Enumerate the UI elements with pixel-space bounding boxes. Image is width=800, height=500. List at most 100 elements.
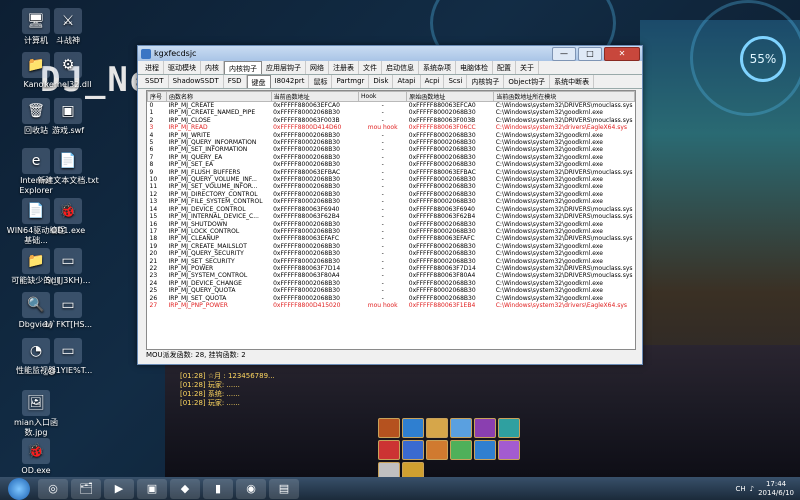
tab[interactable]: Atapi [393,75,421,88]
desktop-icon[interactable]: ▭ _@1YIE%T... [36,338,100,376]
desktop-icon[interactable]: ▭ 1]`FKT[HS... [36,292,100,330]
skill-slot[interactable] [498,440,520,460]
table-row[interactable]: 27 IRP_MJ_PNP_POWER 0xFFFFF8800D415020 mou … [148,302,635,309]
skill-slot[interactable] [402,418,424,438]
taskbar-app-button[interactable]: ◉ [236,478,266,499]
skill-slot[interactable] [378,440,400,460]
table-row[interactable]: 24 IRP_MJ_DEVICE_CHANGE 0xFFFFF80002068B30… [148,280,635,287]
table-row[interactable]: 7 IRP_MJ_QUERY_EA 0xFFFFF80002068B30 - 0xFFF… [148,154,635,161]
tab[interactable]: 应用层钩子 [262,61,306,74]
skill-slot[interactable] [474,440,496,460]
table-row[interactable]: 15 IRP_MJ_INTERNAL_DEVICE_C... 0xFFFFF8800… [148,213,635,220]
tab[interactable]: 关于 [516,61,539,74]
table-row[interactable]: 17 IRP_MJ_LOCK_CONTROL 0xFFFFF80002068B30 -… [148,228,635,235]
table-row[interactable]: 12 IRP_MJ_DIRECTORY_CONTROL 0xFFFFF8000206… [148,191,635,198]
start-button[interactable] [8,477,30,500]
desktop-icon[interactable]: ⚔ 斗战神 [36,8,100,46]
desktop-icon[interactable]: 🖼 mian入口函数.jpg [4,390,68,438]
table-row[interactable]: 9 IRP_MJ_FLUSH_BUFFERS 0xFFFFF880063EFBAC -… [148,169,635,176]
taskbar-app-button[interactable]: ◆ [170,478,200,499]
taskbar-app-button[interactable]: ▮ [203,478,233,499]
tab[interactable]: 内核 [201,61,224,74]
tab[interactable]: 进程 [141,61,164,74]
table-row[interactable]: 3 IRP_MJ_READ 0xFFFFF8800D414D60 mou hook 0x… [148,124,635,131]
tab[interactable]: Disk [369,75,394,88]
tab[interactable]: 文件 [359,61,382,74]
table-row[interactable]: 23 IRP_MJ_SYSTEM_CONTROL 0xFFFFF880063F80A… [148,272,635,279]
skill-slot[interactable] [378,462,400,477]
taskbar-app-button[interactable]: 🗂 [71,478,101,499]
skill-slot[interactable] [402,462,424,477]
table-row[interactable]: 6 IRP_MJ_SET_INFORMATION 0xFFFFF80002068B3… [148,146,635,153]
table-row[interactable]: 25 IRP_MJ_QUERY_QUOTA 0xFFFFF80002068B30 - 0… [148,287,635,294]
column-header[interactable]: 当前函数地址所在模块 [493,91,635,102]
table-row[interactable]: 20 IRP_MJ_QUERY_SECURITY 0xFFFFF80002068B3… [148,250,635,257]
table-row[interactable]: 26 IRP_MJ_SET_QUOTA 0xFFFFF80002068B30 - 0xF… [148,295,635,302]
column-header[interactable]: 函数名称 [165,91,272,102]
window-titlebar[interactable]: kgxfecdsjc — □ ✕ [138,46,642,61]
taskbar-app-button[interactable]: ◎ [38,478,68,499]
tab[interactable]: Object钩子 [504,75,551,88]
tab[interactable]: 鼠标 [309,75,333,88]
minimize-button[interactable]: — [552,46,576,61]
tab[interactable]: Partmgr [332,75,370,88]
table-row[interactable]: 10 IRP_MJ_QUERY_VOLUME_INF... 0xFFFFF80002… [148,176,635,183]
taskbar-app-button[interactable]: ▶ [104,478,134,499]
column-header[interactable]: 原始函数地址 [406,91,495,102]
skill-slot[interactable] [426,440,448,460]
desktop-icon[interactable]: ⚙ kernel32.dll [36,52,100,90]
tab[interactable]: I8042prt [271,75,310,88]
desktop-icon[interactable]: 📄 新建文本文档.txt [36,148,100,186]
tab[interactable]: ShadowSSDT [169,75,224,88]
table-row[interactable]: 21 IRP_MJ_SET_SECURITY 0xFFFFF80002068B30 -… [148,258,635,265]
desktop-icon[interactable]: 🐞 OD1.exe [36,198,100,236]
tab[interactable]: 键盘 [246,75,271,88]
taskbar-app-button[interactable]: ▣ [137,478,167,499]
taskbar-app-button[interactable]: ▤ [269,478,299,499]
tab[interactable]: 配置 [493,61,516,74]
tab[interactable]: 注册表 [329,61,359,74]
column-header[interactable]: 当前函数地址 [270,91,360,102]
volume-icon[interactable]: ♪ [750,485,754,493]
column-header[interactable]: 序号 [147,91,167,102]
table-row[interactable]: 13 IRP_MJ_FILE_SYSTEM_CONTROL 0xFFFFF80002… [148,198,635,205]
close-button[interactable]: ✕ [604,46,640,61]
skill-slot[interactable] [450,440,472,460]
tab[interactable]: SSDT [141,75,169,88]
column-header[interactable]: Hook [358,91,408,102]
desktop-icon[interactable]: ▭ 5(_[J3KH)... [36,248,100,286]
table-row[interactable]: 14 IRP_MJ_DEVICE_CONTROL 0xFFFFF880063F694… [148,206,635,213]
tab[interactable]: 驱动模块 [164,61,201,74]
tab[interactable]: 系统中断表 [550,75,595,88]
language-indicator[interactable]: CH [735,485,745,493]
table-row[interactable]: 11 IRP_MJ_SET_VOLUME_INFOR... 0xFFFFF80002… [148,183,635,190]
tab[interactable]: Scsi [444,75,468,88]
table-row[interactable]: 4 IRP_MJ_WRITE 0xFFFFF80002068B30 - 0xFFFFF8… [148,132,635,139]
tab[interactable]: 内核钩子 [467,75,505,88]
skill-slot[interactable] [426,418,448,438]
tab[interactable]: 电脑体检 [456,61,493,74]
skill-slot[interactable] [402,440,424,460]
tab[interactable]: 系统杂项 [419,61,456,74]
tab[interactable]: 内核钩子 [224,61,262,74]
skill-slot[interactable] [378,418,400,438]
table-row[interactable]: 5 IRP_MJ_QUERY_INFORMATION 0xFFFFF80002068… [148,139,635,146]
maximize-button[interactable]: □ [578,46,602,61]
table-row[interactable]: 19 IRP_MJ_CREATE_MAILSLOT 0xFFFFF80002068B… [148,243,635,250]
table-row[interactable]: 1 IRP_MJ_CREATE_NAMED_PIPE 0xFFFFF80002068… [148,109,635,116]
table-row[interactable]: 18 IRP_MJ_CLEANUP 0xFFFFF880063EFAFC - 0xFFF… [148,235,635,242]
desktop-icon[interactable]: ▣ 游戏.swf [36,98,100,136]
table-row[interactable]: 8 IRP_MJ_SET_EA 0xFFFFF80002068B30 - 0xFFFFF… [148,161,635,168]
skill-slot[interactable] [450,418,472,438]
tab[interactable]: Acpi [421,75,445,88]
desktop-icon[interactable]: 🐞 OD.exe [4,438,68,476]
table-row[interactable]: 2 IRP_MJ_CLOSE 0xFFFFF880063F003B - 0xFFFFF8… [148,117,635,124]
skill-slot[interactable] [498,418,520,438]
table-row[interactable]: 0 IRP_MJ_CREATE 0xFFFFF880063EFCA0 - 0xFFFFF… [148,102,635,110]
tab[interactable]: FSD [224,75,247,88]
table-row[interactable]: 16 IRP_MJ_SHUTDOWN 0xFFFFF80002068B30 - 0xFF… [148,221,635,228]
tab[interactable]: 启动信息 [382,61,419,74]
tab[interactable]: 网络 [306,61,329,74]
clock[interactable]: 17:44 2014/6/10 [758,480,794,498]
skill-slot[interactable] [474,418,496,438]
